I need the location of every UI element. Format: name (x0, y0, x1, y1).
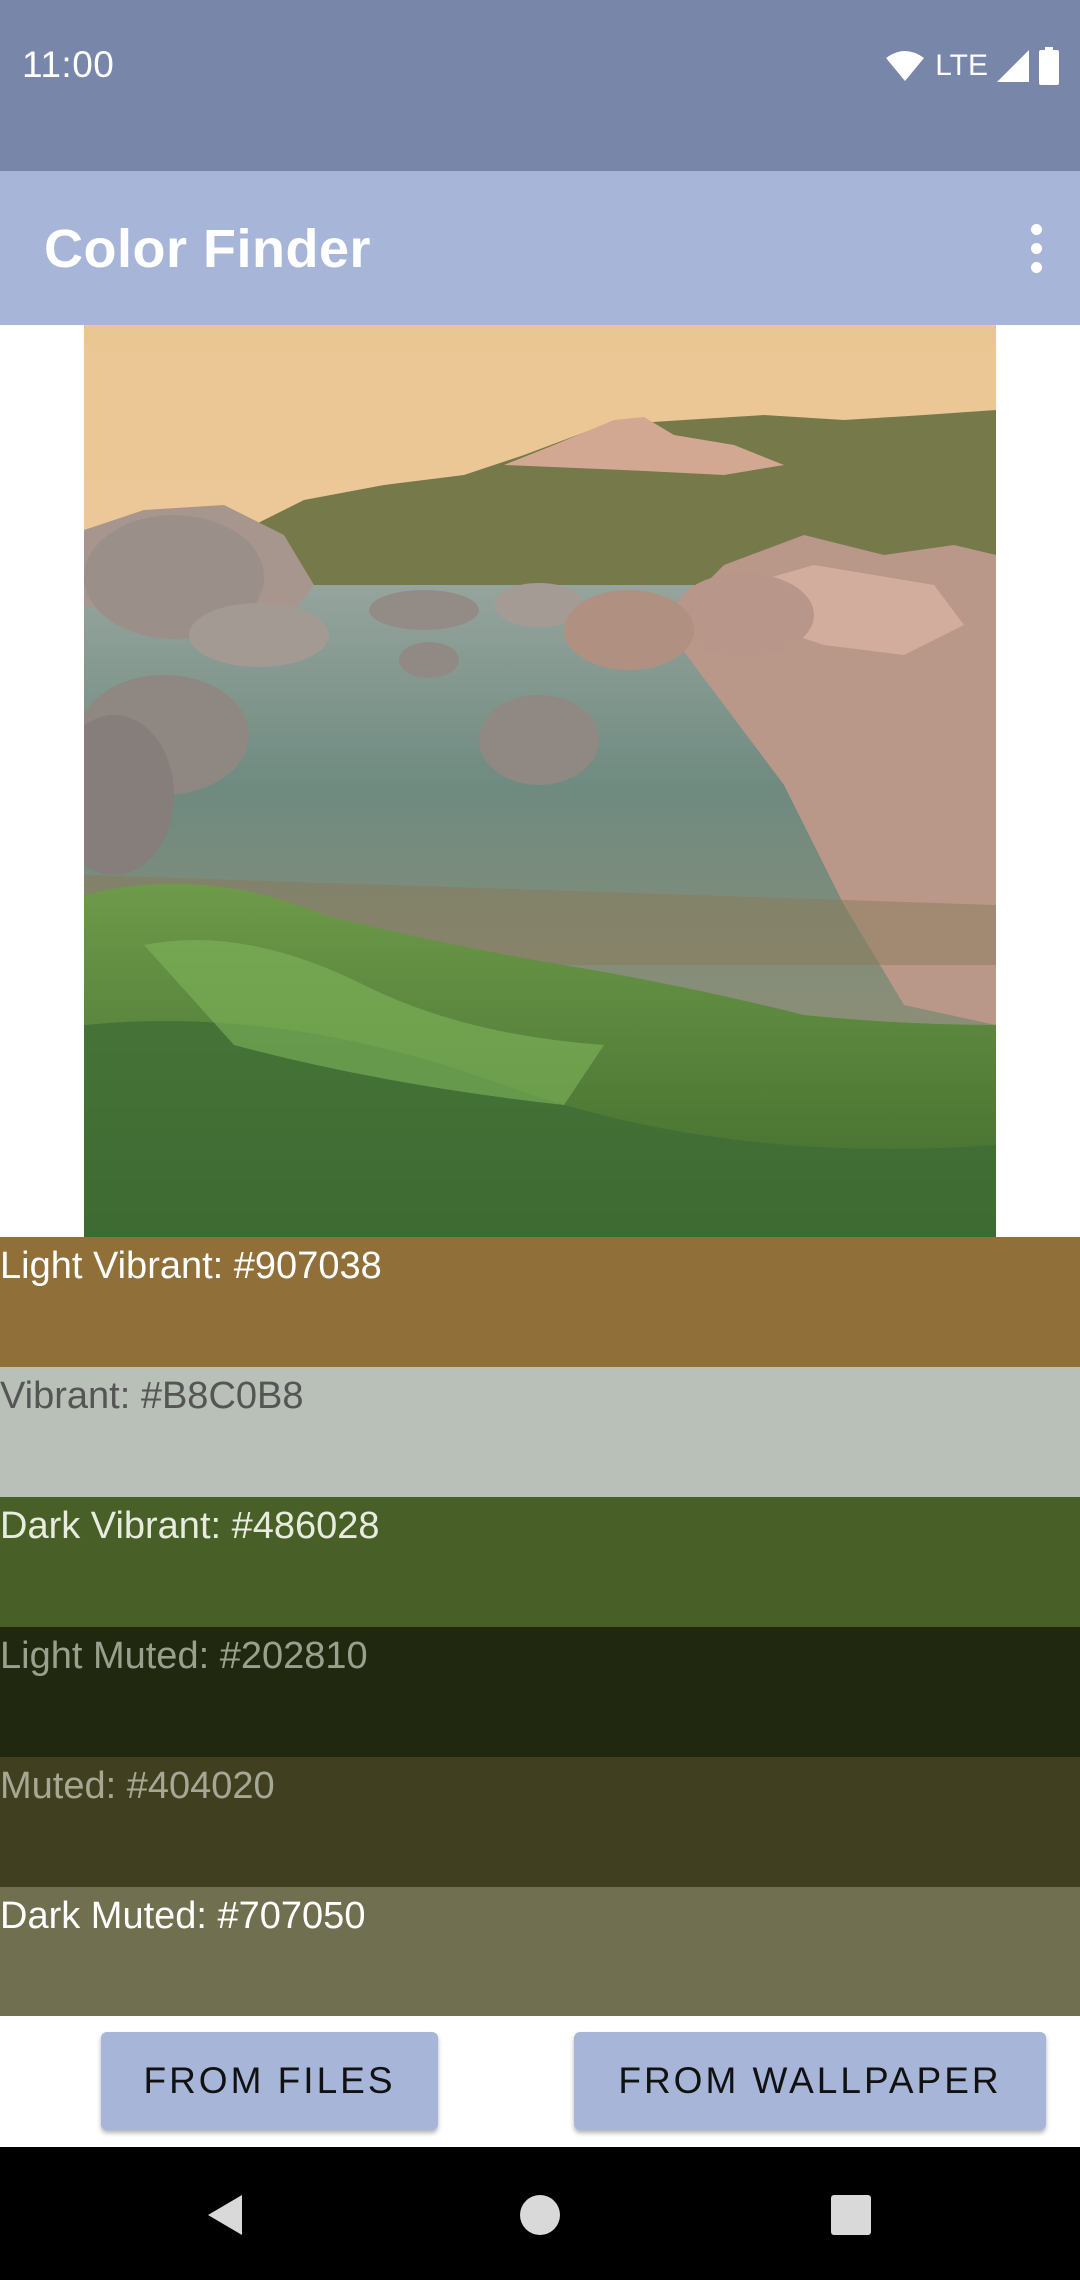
status-icons: LTE (885, 46, 1060, 86)
landscape-photo (84, 325, 996, 1237)
network-type-label: LTE (935, 49, 988, 82)
swatch-label: Light Vibrant: #907038 (0, 1245, 382, 1287)
swatch-light-vibrant: Light Vibrant: #907038 (0, 1237, 1080, 1367)
swatch-muted: Muted: #404020 (0, 1757, 1080, 1887)
swatch-light-muted: Light Muted: #202810 (0, 1627, 1080, 1757)
status-time: 11:00 (22, 44, 115, 85)
wifi-icon (886, 51, 925, 81)
color-palette: Light Vibrant: #907038 Vibrant: #B8C0B8 … (0, 1237, 1080, 2017)
battery-icon (1039, 47, 1059, 85)
from-files-button[interactable]: FROM FILES (101, 2032, 438, 2130)
from-wallpaper-button[interactable]: FROM WALLPAPER (574, 2032, 1046, 2130)
navigation-bar (0, 2147, 1080, 2280)
swatch-label: Light Muted: #202810 (0, 1635, 368, 1677)
swatch-label: Dark Muted: #707050 (0, 1895, 366, 1937)
swatch-dark-vibrant: Dark Vibrant: #486028 (0, 1497, 1080, 1627)
recents-icon[interactable] (827, 2191, 875, 2239)
swatch-label: Vibrant: #B8C0B8 (0, 1375, 304, 1417)
home-icon[interactable] (516, 2191, 564, 2239)
more-vert-icon[interactable] (1014, 215, 1058, 281)
app-title: Color Finder (44, 219, 371, 279)
swatch-label: Muted: #404020 (0, 1765, 275, 1807)
button-row: FROM FILES FROM WALLPAPER (0, 2016, 1080, 2147)
swatch-vibrant: Vibrant: #B8C0B8 (0, 1367, 1080, 1497)
swatch-dark-muted: Dark Muted: #707050 (0, 1887, 1080, 2017)
back-icon[interactable] (202, 2191, 250, 2239)
signal-icon (997, 50, 1029, 82)
app-bar: Color Finder (0, 171, 1080, 325)
status-bar: 11:00 LTE (0, 0, 1080, 171)
swatch-label: Dark Vibrant: #486028 (0, 1505, 380, 1547)
